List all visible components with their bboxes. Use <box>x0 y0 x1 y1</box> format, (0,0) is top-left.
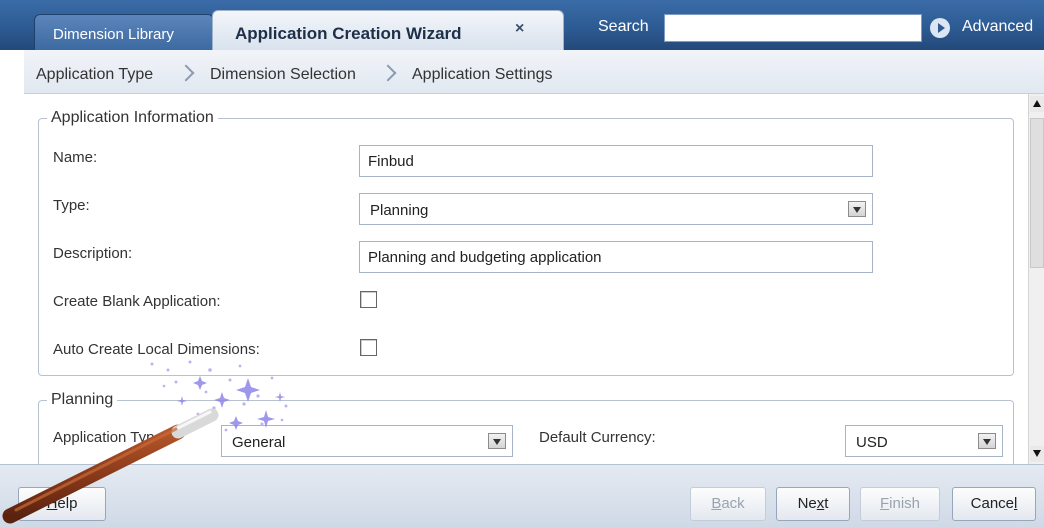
type-select-value: Planning <box>370 202 429 219</box>
default-currency-select-value: USD <box>856 434 888 451</box>
advanced-search-icon[interactable] <box>930 18 950 38</box>
auto-create-local-dimensions-label: Auto Create Local Dimensions: <box>53 341 260 358</box>
description-field[interactable] <box>359 241 873 273</box>
planning-legend: Planning <box>47 391 118 409</box>
finish-button[interactable]: Finish <box>860 487 940 521</box>
application-information-legend: Application Information <box>47 109 218 127</box>
dropdown-arrow-icon[interactable] <box>978 433 996 449</box>
vertical-scrollbar[interactable] <box>1028 94 1044 464</box>
close-tab-icon[interactable]: × <box>515 20 524 38</box>
application-type-label: Application Type: <box>53 429 167 446</box>
application-type-select-value: General <box>232 434 286 451</box>
tab-application-creation-wizard[interactable]: Application Creation Wizard × <box>212 10 564 50</box>
scroll-up-arrow-icon[interactable] <box>1030 96 1044 112</box>
scrollbar-thumb[interactable] <box>1030 118 1044 268</box>
advanced-search-link[interactable]: Advanced <box>962 18 1033 36</box>
chevron-right-icon <box>382 64 396 84</box>
planning-group: Planning Application Type: General Defau… <box>38 391 1014 464</box>
search-label: Search <box>598 18 649 35</box>
tab-dimension-library[interactable]: Dimension Library <box>34 14 214 50</box>
help-button[interactable]: Help <box>18 487 106 521</box>
dropdown-arrow-icon[interactable] <box>848 201 866 217</box>
description-label: Description: <box>53 245 133 262</box>
create-blank-application-label: Create Blank Application: <box>53 293 221 310</box>
name-field[interactable] <box>359 145 873 177</box>
next-button[interactable]: Next <box>776 487 850 521</box>
create-blank-application-checkbox[interactable] <box>360 291 377 308</box>
cancel-button[interactable]: Cancel <box>952 487 1036 521</box>
scroll-down-arrow-icon[interactable] <box>1030 446 1044 462</box>
default-currency-label: Default Currency: <box>539 429 656 446</box>
wizard-content: Application Information Name: Type: Plan… <box>24 94 1030 464</box>
tab-wizard-label: Application Creation Wizard <box>235 24 462 43</box>
chevron-right-icon <box>180 64 194 84</box>
breadcrumb-item-application-settings[interactable]: Application Settings <box>412 66 553 84</box>
search-input[interactable] <box>664 14 922 42</box>
dropdown-arrow-icon[interactable] <box>488 433 506 449</box>
back-button[interactable]: Back <box>690 487 766 521</box>
application-information-group: Application Information Name: Type: Plan… <box>38 109 1014 376</box>
type-label: Type: <box>53 197 90 214</box>
wizard-footer: Help Back Next Finish Cancel <box>0 464 1044 528</box>
application-type-select[interactable]: General <box>221 425 513 457</box>
tab-dimension-library-label: Dimension Library <box>53 26 174 43</box>
top-tab-bar: Dimension Library Application Creation W… <box>0 0 1044 50</box>
name-label: Name: <box>53 149 98 166</box>
auto-create-local-dimensions-checkbox[interactable] <box>360 339 377 356</box>
type-select[interactable]: Planning <box>359 193 873 225</box>
breadcrumb-item-application-type[interactable]: Application Type <box>36 66 153 84</box>
breadcrumb: Application Type Dimension Selection App… <box>24 50 1044 94</box>
breadcrumb-item-dimension-selection[interactable]: Dimension Selection <box>210 66 356 84</box>
default-currency-select[interactable]: USD <box>845 425 1003 457</box>
